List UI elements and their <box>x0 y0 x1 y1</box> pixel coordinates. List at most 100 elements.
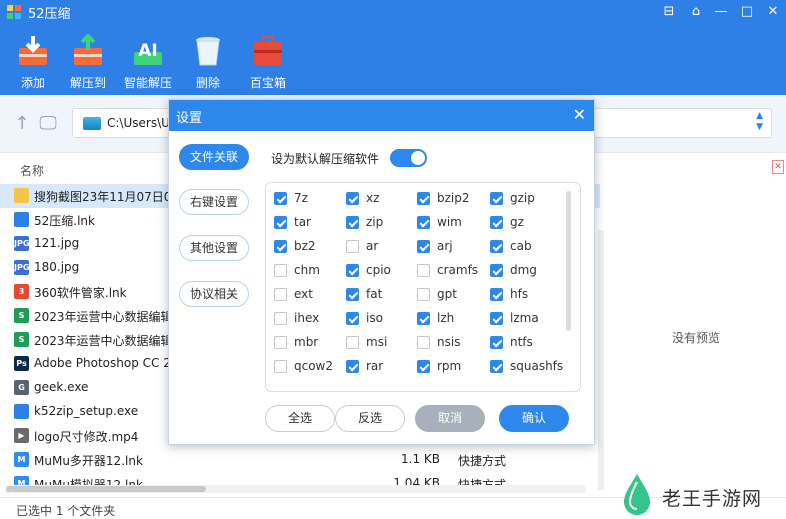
checkbox[interactable] <box>417 336 430 349</box>
ps-file-icon: Ps <box>14 356 29 371</box>
checkbox[interactable] <box>274 240 287 253</box>
checkbox[interactable] <box>417 192 430 205</box>
checkbox[interactable] <box>346 216 359 229</box>
checkbox[interactable] <box>346 240 359 253</box>
file-name: 2023年运营中心数据编辑 <box>34 334 173 348</box>
file-name: k52zip_setup.exe <box>34 404 139 418</box>
checkbox[interactable] <box>490 240 503 253</box>
checkbox[interactable] <box>274 336 287 349</box>
extension-label: ext <box>294 287 313 301</box>
column-name[interactable]: 名称 <box>20 162 44 179</box>
tab-context-menu[interactable]: 右键设置 <box>179 189 249 215</box>
extension-label: ntfs <box>510 335 533 349</box>
skin-icon[interactable]: ⌂ <box>683 0 709 24</box>
default-app-toggle[interactable] <box>390 149 427 167</box>
checkbox[interactable] <box>417 216 430 229</box>
settings-dialog: 设置 ✕ 文件关联 右键设置 其他设置 协议相关 设为默认解压缩软件 7z xz b… <box>168 99 595 445</box>
close-button[interactable]: ✕ <box>760 0 786 24</box>
checkbox[interactable] <box>417 360 430 373</box>
smart-extract-button[interactable]: AI 智能解压 <box>115 34 181 92</box>
extension-label: xz <box>366 191 380 205</box>
extension-label: nsis <box>437 335 461 349</box>
toolbox-button[interactable]: 百宝箱 <box>235 34 301 92</box>
delete-button[interactable]: 删除 <box>175 34 241 92</box>
title-bar: 52压缩 ⊟ ⌂ — □ ✕ <box>0 0 786 24</box>
checkbox[interactable] <box>490 360 503 373</box>
checkbox[interactable] <box>417 288 430 301</box>
delete-label: 删除 <box>195 76 220 90</box>
extension-list-scrollbar[interactable] <box>566 191 571 331</box>
extension-label: chm <box>294 263 320 277</box>
minimize-button[interactable]: — <box>708 0 734 24</box>
up-arrow-icon[interactable]: ↑ <box>12 114 32 134</box>
app-logo-icon <box>7 5 21 19</box>
checkbox[interactable] <box>417 312 430 325</box>
extension-label: ihex <box>294 311 320 325</box>
scrollbar-thumb[interactable] <box>6 486 206 492</box>
checkbox[interactable] <box>346 264 359 277</box>
dialog-close-icon[interactable]: ✕ <box>573 104 586 126</box>
checkbox[interactable] <box>490 312 503 325</box>
invert-selection-button[interactable]: 反选 <box>335 405 405 432</box>
mumu-file-icon: M <box>14 452 29 467</box>
tab-other-settings[interactable]: 其他设置 <box>179 235 249 261</box>
path-text: C:\Users\U <box>107 116 170 130</box>
checkbox[interactable] <box>490 336 503 349</box>
preview-empty-text: 没有预览 <box>672 331 721 345</box>
checkbox[interactable] <box>490 216 503 229</box>
extension-label: hfs <box>510 287 529 301</box>
extract-icon <box>74 34 102 65</box>
checkbox[interactable] <box>490 288 503 301</box>
trash-icon <box>196 37 220 66</box>
checkbox[interactable] <box>490 192 503 205</box>
checkbox[interactable] <box>417 264 430 277</box>
list-horizontal-scrollbar[interactable] <box>6 485 586 493</box>
checkbox[interactable] <box>346 312 359 325</box>
svg-text:AI: AI <box>138 41 157 61</box>
file-name: 52压缩.lnk <box>34 214 95 228</box>
checkbox[interactable] <box>346 360 359 373</box>
tab-protocol[interactable]: 协议相关 <box>179 281 249 307</box>
checkbox[interactable] <box>274 216 287 229</box>
checkbox[interactable] <box>274 264 287 277</box>
sheet-file-icon: S <box>14 332 29 347</box>
extension-list: 7z xz bzip2 gzip tar zip wim gz bz2 ar arj cab chm cp… <box>265 182 581 392</box>
checkbox[interactable] <box>274 192 287 205</box>
file-name: logo尺寸修改.mp4 <box>34 430 139 444</box>
checkbox[interactable] <box>274 360 287 373</box>
checkbox[interactable] <box>274 288 287 301</box>
path-dropdown-icon[interactable]: ▲ ▼ <box>756 111 763 133</box>
ad-close-icon[interactable]: ✕ <box>772 160 784 174</box>
checkbox[interactable] <box>274 312 287 325</box>
extension-label: cpio <box>366 263 391 277</box>
file-name: 搜狗截图23年11月07日09 <box>34 190 180 204</box>
jpg-file-icon: JPG <box>14 260 29 275</box>
checkbox[interactable] <box>346 336 359 349</box>
extension-label: bzip2 <box>437 191 470 205</box>
ai-extract-icon: AI <box>134 41 162 65</box>
table-row[interactable]: M MuMu多开器12.lnk 1.1 KB 快捷方式 <box>0 448 600 472</box>
extension-label: tar <box>294 215 311 229</box>
smart-extract-label: 智能解压 <box>123 76 172 90</box>
extract-button[interactable]: 解压到 <box>55 34 121 92</box>
checkbox[interactable] <box>490 264 503 277</box>
maximize-button[interactable]: □ <box>734 0 760 24</box>
watermark-text: 老王手游网 <box>662 488 763 510</box>
select-all-button[interactable]: 全选 <box>265 405 335 432</box>
video-file-icon: ▶ <box>14 428 29 443</box>
extension-label: gpt <box>437 287 457 301</box>
folder-file-icon <box>14 188 29 203</box>
checkbox[interactable] <box>346 192 359 205</box>
tab-file-association[interactable]: 文件关联 <box>179 144 249 170</box>
checkbox[interactable] <box>417 240 430 253</box>
checkbox[interactable] <box>346 288 359 301</box>
confirm-button[interactable]: 确认 <box>499 405 569 432</box>
app-file-icon <box>14 212 29 227</box>
list-vertical-scrollbar[interactable] <box>598 230 604 490</box>
toolbox-icon <box>254 36 282 65</box>
cancel-button[interactable]: 取消 <box>415 405 485 432</box>
file-name: 180.jpg <box>34 260 80 274</box>
menu-icon[interactable]: ⊟ <box>656 0 682 24</box>
extension-label: qcow2 <box>294 359 334 373</box>
computer-icon[interactable]: 🖵 <box>38 114 58 134</box>
